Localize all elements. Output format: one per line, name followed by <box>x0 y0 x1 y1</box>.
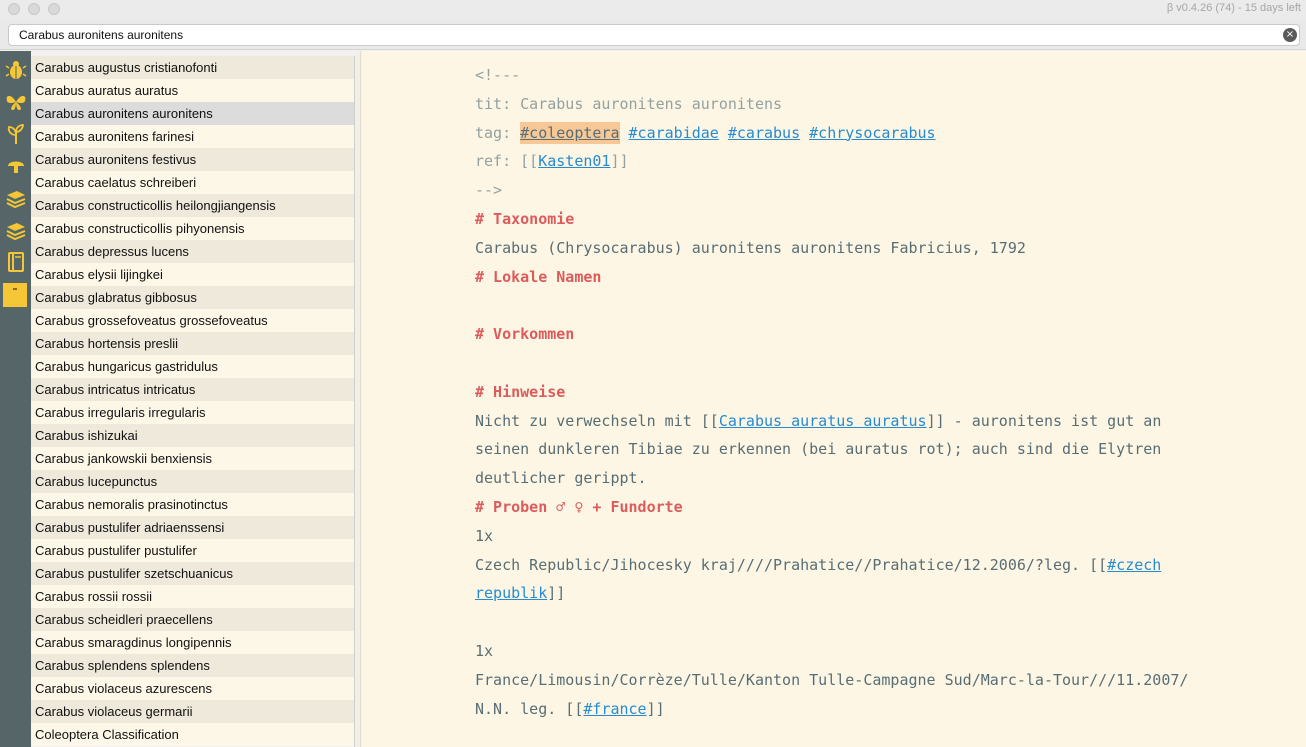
note-list-item[interactable]: Carabus jankowskii benxiensis <box>31 447 354 470</box>
locality-line: Czech Republic/Jihocesky kraj////Prahati… <box>475 551 1205 580</box>
version-label: β v0.4.26 (74) - 15 days left <box>1166 2 1301 14</box>
empty-line <box>475 349 1205 378</box>
note-list-item[interactable]: Carabus elysii lijingkei <box>31 263 354 286</box>
comment-open: <!--- <box>475 66 521 84</box>
category-rail <box>0 51 31 747</box>
note-list-item[interactable]: Carabus constructicollis pihyonensis <box>31 217 354 240</box>
heading-vorkommen: # Vorkommen <box>475 325 575 344</box>
pane-divider[interactable] <box>355 51 361 747</box>
mushroom-icon[interactable] <box>2 154 29 178</box>
note-list-item[interactable]: Carabus nemoralis prasinotinctus <box>31 493 354 516</box>
empty-line <box>475 608 1205 637</box>
note-list-item[interactable]: Carabus intricatus intricatus <box>31 378 354 401</box>
taxonomie-text: Carabus (Chrysocarabus) auronitens auron… <box>475 238 1026 257</box>
note-list-item[interactable]: Carabus pustulifer szetschuanicus <box>31 562 354 585</box>
folder-icon[interactable] <box>3 283 27 307</box>
bracket: [[ <box>520 152 539 171</box>
heading-hinweise: # Hinweise <box>475 382 566 401</box>
sample-count: 1x <box>475 526 494 545</box>
minimize-window-button[interactable] <box>28 3 40 15</box>
note-list-item[interactable]: Carabus auratus auratus <box>31 79 354 102</box>
note-list-item[interactable]: Carabus splendens splendens <box>31 654 354 677</box>
heading-lokale-namen: # Lokale Namen <box>475 267 602 286</box>
tag-link[interactable]: #carabus <box>728 124 800 142</box>
tag-link[interactable]: republik <box>475 584 547 602</box>
note-list-item[interactable]: Carabus smaragdinus longipennis <box>31 631 354 654</box>
tag-link[interactable]: #chrysocarabus <box>809 124 935 142</box>
books-stack-icon[interactable] <box>2 218 29 242</box>
ref-line: ref: [[Kasten01]] <box>475 147 1205 176</box>
search-bar: × <box>0 20 1306 50</box>
hinweise-line-2: seinen dunkleren Tibiae zu erkennen (bei… <box>475 440 1162 459</box>
note-list-item[interactable]: Carabus augustus cristianofonti <box>31 56 354 79</box>
note-list-item[interactable]: Carabus glabratus gibbosus <box>31 286 354 309</box>
note-list-item[interactable]: Carabus hortensis preslii <box>31 332 354 355</box>
beetle-icon[interactable] <box>2 58 29 82</box>
locality-line: republik]] <box>475 579 1205 608</box>
comment-close: --> <box>475 181 503 200</box>
note-link[interactable]: Carabus auratus auratus <box>719 412 927 430</box>
note-list: Carabus augustus cristianofonti Carabus a… <box>31 56 355 747</box>
empty-line <box>475 291 1205 320</box>
hinweise-line-1: Nicht zu verwechseln mit [[Carabus aurat… <box>475 407 1205 436</box>
title-line: tit: Carabus auronitens auronitens <box>475 90 1205 119</box>
hinweise-line-3: deutlicher gerippt. <box>475 469 647 488</box>
note-list-item[interactable]: Carabus violaceus germarii <box>31 700 354 723</box>
note-list-item[interactable]: Carabus depressus lucens <box>31 240 354 263</box>
tag-link[interactable]: #france <box>583 700 646 718</box>
heading-proben: # Proben ♂ ♀ + Fundorte <box>475 497 683 516</box>
note-list-item[interactable]: Coleoptera Classification <box>31 723 354 746</box>
bracket: ]] <box>610 152 629 171</box>
hinweise-text: Nicht zu verwechseln mit [[ <box>475 411 719 430</box>
note-list-item[interactable]: Carabus ishizukai <box>31 424 354 447</box>
books-icon[interactable] <box>2 186 29 210</box>
tag-link[interactable]: #carabidae <box>629 124 719 142</box>
note-list-item[interactable]: Carabus violaceus azurescens <box>31 677 354 700</box>
ref-key: ref: <box>475 152 521 171</box>
tag-link[interactable]: #coleoptera <box>520 121 620 144</box>
zoom-window-button[interactable] <box>48 3 60 15</box>
note-editor[interactable]: <!--- tit: Carabus auronitens auronitens… <box>362 51 1306 747</box>
note-list-item[interactable]: Carabus pustulifer adriaenssensi <box>31 516 354 539</box>
notebook-icon[interactable] <box>2 250 29 274</box>
locality-line: France/Limousin/Corrèze/Tulle/Kanton Tul… <box>475 670 1189 689</box>
note-list-item[interactable]: Carabus grossefoveatus grossefoveatus <box>31 309 354 332</box>
hinweise-text: ]] - auronitens ist gut an <box>926 411 1162 430</box>
note-list-item[interactable]: Carabus lucepunctus <box>31 470 354 493</box>
note-list-item[interactable]: Carabus irregularis irregularis <box>31 401 354 424</box>
title-value: Carabus auronitens auronitens <box>520 94 783 113</box>
sample-count: 1x <box>475 641 494 660</box>
locality-text: N.N. leg. [[ <box>475 699 584 718</box>
close-window-button[interactable] <box>8 3 20 15</box>
note-list-item[interactable]: Carabus rossii rossii <box>31 585 354 608</box>
note-list-item[interactable]: Carabus auronitens farinesi <box>31 125 354 148</box>
bracket: ]] <box>547 584 566 603</box>
heading-taxonomie: # Taxonomie <box>475 209 575 228</box>
title-key: tit: <box>475 94 521 113</box>
tag-key: tag: <box>475 123 521 142</box>
search-input[interactable] <box>8 24 1300 46</box>
ref-link[interactable]: Kasten01 <box>538 152 610 170</box>
note-list-item[interactable]: Carabus caelatus schreiberi <box>31 171 354 194</box>
clear-search-icon[interactable]: × <box>1283 28 1297 42</box>
note-list-item[interactable]: Carabus constructicollis heilongjiangens… <box>31 194 354 217</box>
note-list-item[interactable]: Carabus hungaricus gastridulus <box>31 355 354 378</box>
note-list-item[interactable]: Carabus auronitens auronitens <box>31 102 354 125</box>
tag-link[interactable]: #czech <box>1107 556 1161 574</box>
note-list-item[interactable]: Carabus auronitens festivus <box>31 148 354 171</box>
title-bar: β v0.4.26 (74) - 15 days left <box>0 0 1306 20</box>
butterfly-icon[interactable] <box>2 90 29 114</box>
bracket: ]] <box>646 699 665 718</box>
note-list-item[interactable]: Carabus pustulifer pustulifer <box>31 539 354 562</box>
locality-text: Czech Republic/Jihocesky kraj////Prahati… <box>475 555 1108 574</box>
note-list-item[interactable]: Carabus scheidleri praecellens <box>31 608 354 631</box>
tags-line: tag: #coleoptera #carabidae #carabus #ch… <box>475 119 1205 148</box>
plant-icon[interactable] <box>2 122 29 146</box>
locality-line: N.N. leg. [[#france]] <box>475 695 1205 724</box>
